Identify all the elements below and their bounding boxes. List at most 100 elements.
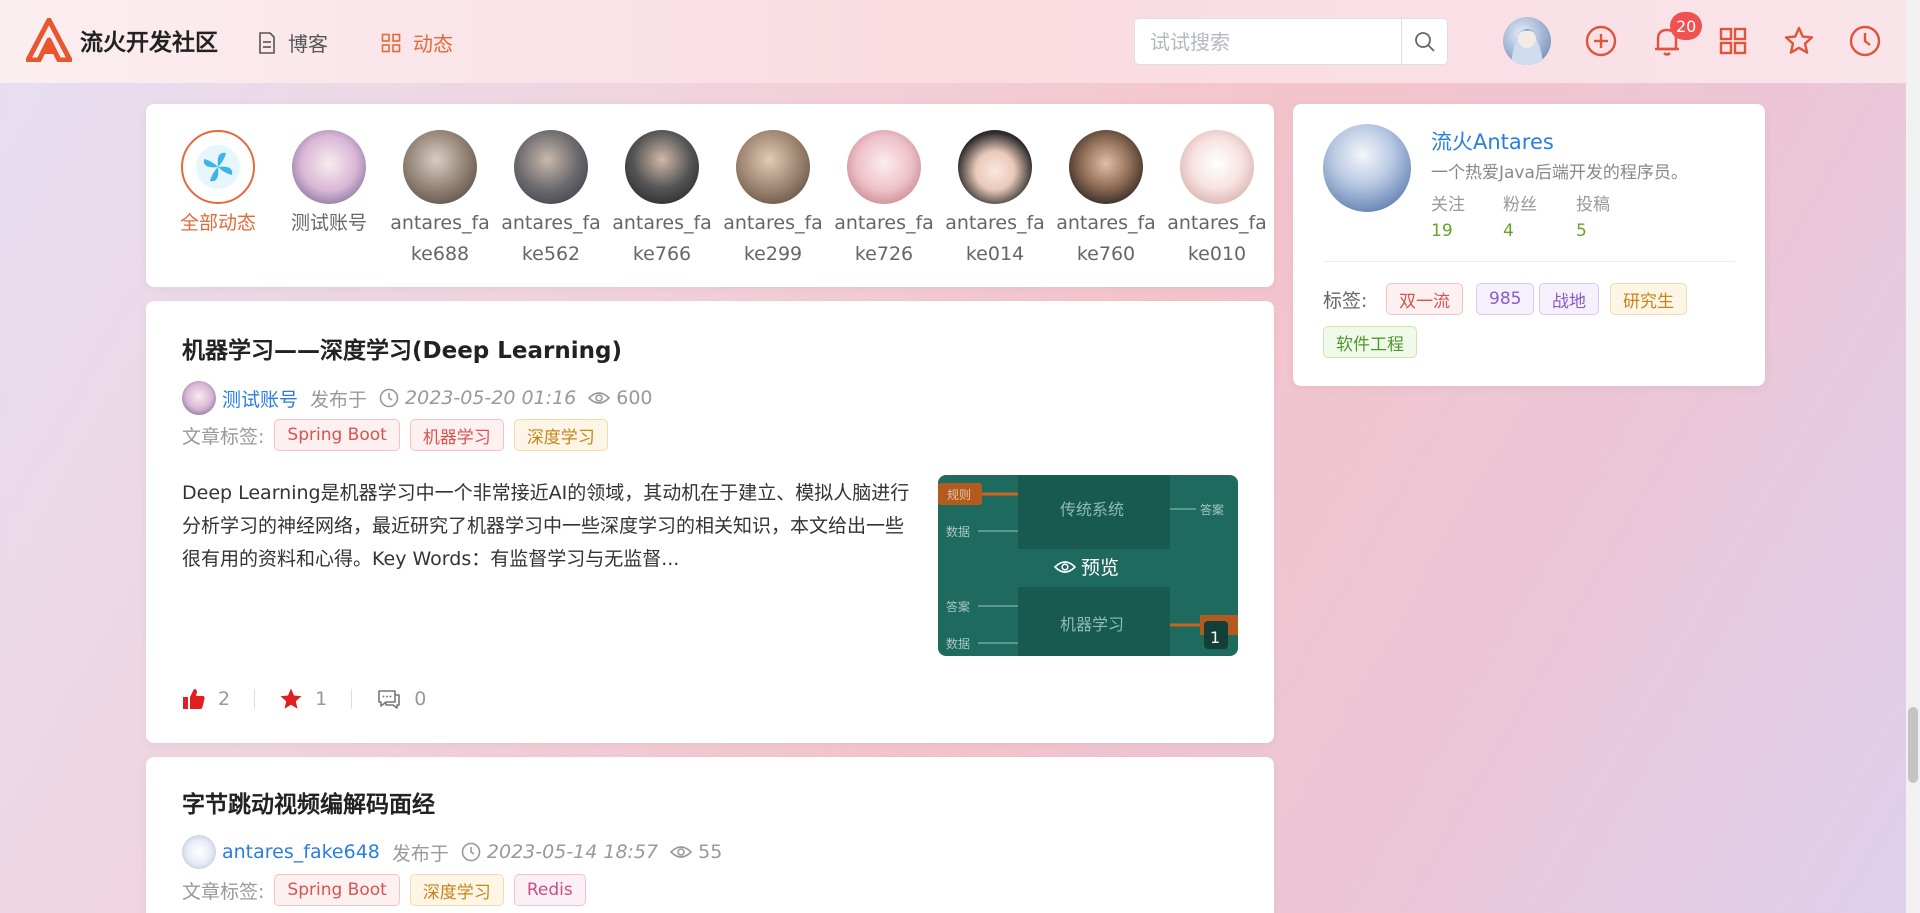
search-button[interactable] <box>1401 19 1447 64</box>
published-label: 发布于 <box>391 842 449 865</box>
like-count: 2 <box>218 688 231 710</box>
author-avatar[interactable] <box>182 835 216 869</box>
profile-tag[interactable]: 战地 <box>1539 283 1599 315</box>
post-tag[interactable]: 深度学习 <box>409 874 504 906</box>
site-name: 流火开发社区 <box>80 30 218 56</box>
friend-name: antares_fa ke562 <box>501 212 601 265</box>
friend-item[interactable]: antares_fa ke766 <box>612 130 712 270</box>
eye-icon <box>588 392 611 404</box>
star-icon <box>280 688 302 709</box>
search-input[interactable] <box>1135 19 1401 64</box>
post-date: 2023-05-20 01:16 <box>405 387 577 409</box>
post-meta: 测试账号 发布于 2023-05-20 01:16 600 <box>182 381 653 415</box>
star-button[interactable]: 1 <box>279 687 327 711</box>
author-avatar[interactable] <box>182 381 216 415</box>
thumb-box-top: 传统系统 <box>1060 500 1124 519</box>
plus-circle-icon <box>1585 25 1617 57</box>
site-logo[interactable]: 流火开发社区 <box>26 18 218 62</box>
profile-tags-label: 标签: <box>1323 290 1368 312</box>
post-tag[interactable]: Redis <box>513 874 586 906</box>
friend-avatar <box>625 130 699 204</box>
following-strip: 全部动态 测试账号 antares_fa ke688 antares_fa ke56… <box>146 104 1274 287</box>
post-tags: 文章标签: Spring Boot 机器学习 深度学习 <box>182 419 608 451</box>
friend-item[interactable]: antares_fa ke726 <box>834 130 934 270</box>
stat-posts[interactable]: 投稿 5 <box>1576 190 1610 241</box>
friend-name: 全部动态 <box>179 212 256 234</box>
post-tag[interactable]: 深度学习 <box>513 419 608 451</box>
friend-name: antares_fa ke010 <box>1167 212 1267 265</box>
friend-all[interactable]: 全部动态 <box>168 130 268 239</box>
post-tags: 文章标签: Spring Boot 深度学习 Redis <box>182 874 586 906</box>
comment-button[interactable]: 0 <box>376 688 426 710</box>
eye-icon <box>670 846 693 858</box>
profile-name[interactable]: 流火Antares <box>1431 126 1554 156</box>
published-label: 发布于 <box>310 388 368 411</box>
profile-tag[interactable]: 软件工程 <box>1323 326 1417 358</box>
nav-blog[interactable]: 博客 <box>258 28 328 57</box>
friend-item[interactable]: antares_fa ke688 <box>390 130 490 270</box>
friend-name: 测试账号 <box>290 212 367 234</box>
nav-feed[interactable]: 动态 <box>381 28 453 57</box>
post-date: 2023-05-14 18:57 <box>486 841 659 863</box>
post-tag[interactable]: Spring Boot <box>274 874 400 906</box>
search-box <box>1134 18 1448 65</box>
scrollbar-thumb[interactable] <box>1908 707 1918 783</box>
pinwheel-icon <box>181 130 255 204</box>
post-title[interactable]: 字节跳动视频编解码面经 <box>182 785 435 819</box>
clock-icon <box>1849 25 1881 57</box>
star-icon <box>1784 26 1814 54</box>
friend-item[interactable]: antares_fa ke299 <box>723 130 823 270</box>
clock-icon <box>461 842 481 862</box>
favorites-button[interactable] <box>1782 24 1816 58</box>
friend-item[interactable]: antares_fa ke010 <box>1167 130 1267 270</box>
post-title[interactable]: 机器学习——深度学习(Deep Learning) <box>182 331 622 365</box>
author-name[interactable]: 测试账号 <box>222 385 298 412</box>
preview-label: 预览 <box>1081 557 1119 579</box>
ml-diagram: 规则 数据 传统系统 答案 答案 数据 机器学习 预览 1 <box>938 475 1238 656</box>
post-tag[interactable]: 机器学习 <box>409 419 504 451</box>
stat-label: 粉丝 <box>1503 195 1537 215</box>
post-summary[interactable]: Deep Learning是机器学习中一个非常接近AI的领域，其动机在于建立、模… <box>182 477 912 576</box>
history-button[interactable] <box>1848 24 1882 58</box>
eye-icon <box>1053 561 1077 573</box>
comment-count: 0 <box>414 688 427 710</box>
view-count: 55 <box>698 841 723 863</box>
like-button[interactable]: 2 <box>182 687 230 711</box>
profile-tag[interactable]: 985 <box>1476 283 1535 315</box>
top-header: 流火开发社区 博客 动态 试试搜索 20 <box>0 0 1906 83</box>
stat-label: 关注 <box>1431 195 1465 215</box>
avatar-art <box>1511 29 1543 65</box>
friend-item[interactable]: 测试账号 <box>279 130 379 239</box>
tags-label: 文章标签: <box>182 880 265 903</box>
divider <box>351 689 353 709</box>
thumb-out-answer: 答案 <box>1200 502 1224 517</box>
image-count: 1 <box>1210 628 1220 647</box>
friend-item[interactable]: antares_fa ke014 <box>945 130 1045 270</box>
stat-value: 19 <box>1431 221 1453 241</box>
post-thumbnail[interactable]: 规则 数据 传统系统 答案 答案 数据 机器学习 预览 1 <box>938 475 1238 656</box>
apps-grid-icon <box>1719 27 1747 55</box>
post-card: 机器学习——深度学习(Deep Learning) 测试账号 发布于 2023-… <box>146 301 1274 743</box>
create-post-button[interactable] <box>1584 24 1618 58</box>
profile-tag[interactable]: 双一流 <box>1386 283 1463 315</box>
grid-icon <box>381 33 401 52</box>
profile-tag[interactable]: 研究生 <box>1610 283 1687 315</box>
post-actions: 2 1 0 <box>182 687 426 711</box>
thumb-in-answer: 答案 <box>946 599 970 614</box>
friend-avatar <box>847 130 921 204</box>
post-tag[interactable]: Spring Boot <box>274 419 400 451</box>
friend-item[interactable]: antares_fa ke562 <box>501 130 601 270</box>
friend-item[interactable]: antares_fa ke760 <box>1056 130 1156 270</box>
stat-followers[interactable]: 粉丝 4 <box>1503 190 1537 241</box>
tags-label: 文章标签: <box>182 425 265 448</box>
friend-name: antares_fa ke688 <box>390 212 490 265</box>
stat-following[interactable]: 关注 19 <box>1431 190 1465 241</box>
author-name[interactable]: antares_fake648 <box>222 841 380 863</box>
friend-avatar <box>292 130 366 204</box>
apps-button[interactable] <box>1716 24 1750 58</box>
friend-name: antares_fa ke299 <box>723 212 823 265</box>
user-avatar[interactable] <box>1503 17 1551 65</box>
friend-avatar <box>403 130 477 204</box>
friend-name: antares_fa ke726 <box>834 212 934 265</box>
profile-avatar[interactable] <box>1323 124 1411 212</box>
